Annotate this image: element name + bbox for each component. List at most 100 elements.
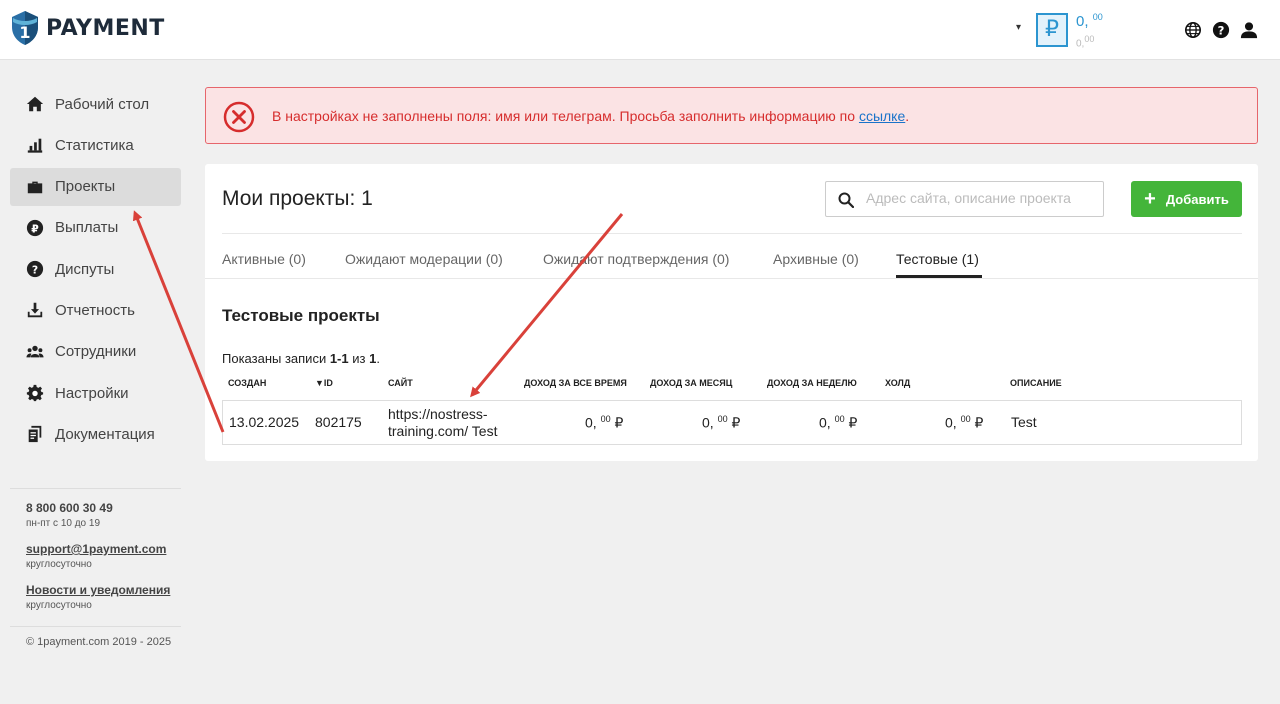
download-icon: [27, 303, 43, 318]
hold-value: 0,: [945, 414, 957, 431]
balance-main-cents: 00: [1092, 12, 1103, 22]
support-email-link[interactable]: support@1payment.com: [26, 542, 166, 556]
summary-mid: из: [348, 351, 370, 366]
sidebar-nav: Рабочий стол Статистика Проекты ₽ Выплат…: [10, 85, 181, 457]
sidebar-item-label: Рабочий стол: [55, 95, 150, 113]
column-site[interactable]: Сайт: [388, 378, 413, 388]
sidebar-item-payouts[interactable]: ₽ Выплаты: [10, 209, 181, 247]
sidebar-item-label: Статистика: [55, 136, 134, 154]
sidebar-item-dashboard[interactable]: Рабочий стол: [10, 85, 181, 123]
cell-income-week: 0, 00 ₽: [819, 414, 857, 432]
svg-text:?: ?: [1218, 24, 1225, 38]
gear-icon: [26, 384, 44, 402]
news-block: Новости и уведомления круглосуточно: [26, 583, 170, 611]
user-icon[interactable]: [1240, 21, 1258, 39]
balance-main: 0, 00: [1076, 12, 1103, 30]
sidebar-item-settings[interactable]: Настройки: [10, 374, 181, 412]
support-email-block: support@1payment.com круглосуточно: [26, 542, 166, 570]
sidebar-item-disputes[interactable]: ? Диспуты: [10, 250, 181, 288]
sidebar-divider: [10, 488, 181, 489]
income-all-currency: ₽: [614, 414, 624, 431]
sidebar-item-label: Отчетность: [55, 301, 135, 319]
tabs-divider: [205, 278, 1258, 279]
sidebar-item-employees[interactable]: Сотрудники: [10, 333, 181, 371]
sidebar-item-label: Документация: [55, 425, 155, 443]
sidebar-divider: [10, 626, 181, 627]
cell-site-line2: training.com/ Test: [388, 423, 498, 439]
column-hold[interactable]: Холд: [885, 378, 910, 388]
column-income-month[interactable]: Доход за месяц: [650, 378, 732, 388]
summary-range: 1-1: [329, 351, 349, 366]
tab-test[interactable]: Тестовые (1): [896, 251, 979, 267]
header-divider: [222, 233, 1242, 234]
income-week-currency: ₽: [848, 414, 858, 431]
balance-dropdown-toggle[interactable]: ▾: [1016, 22, 1021, 33]
project-search: [825, 181, 1104, 217]
hold-cents: 00: [960, 414, 971, 424]
cell-site-line1: https://nostress-: [388, 406, 488, 422]
income-month-value: 0,: [702, 414, 714, 431]
sidebar-item-statistics[interactable]: Статистика: [10, 126, 181, 164]
documents-icon: [28, 426, 42, 443]
sidebar-item-label: Проекты: [55, 178, 116, 196]
sidebar-item-documentation[interactable]: Документация: [10, 415, 181, 453]
brand-digit: 1: [19, 23, 30, 42]
alert-text: В настройках не заполнены поля: имя или …: [272, 108, 859, 124]
alert-settings-link[interactable]: ссылке: [859, 108, 905, 124]
globe-icon[interactable]: [1184, 21, 1202, 39]
tab-pending-moderation[interactable]: Ожидают модерации (0): [345, 251, 503, 267]
column-income-week[interactable]: Доход за неделю: [767, 378, 857, 388]
search-icon: [838, 192, 854, 208]
summary-end: .: [376, 351, 380, 366]
balance-sub-cents: 00: [1084, 34, 1095, 44]
people-icon: [26, 345, 44, 358]
sidebar-item-label: Сотрудники: [55, 343, 137, 361]
cell-description: Test: [1011, 414, 1037, 430]
support-email-hours: круглосуточно: [26, 559, 92, 570]
news-link[interactable]: Новости и уведомления: [26, 583, 170, 597]
column-description[interactable]: Описание: [1010, 378, 1062, 388]
page-title: Мои проекты: 1: [222, 187, 373, 210]
plus-icon: +: [1144, 188, 1156, 210]
search-input[interactable]: [866, 190, 1096, 206]
column-income-all[interactable]: Доход за все время: [524, 378, 627, 388]
tab-archived[interactable]: Архивные (0): [773, 251, 859, 267]
add-project-button[interactable]: + Добавить: [1131, 181, 1242, 217]
home-icon: [26, 96, 44, 112]
cell-site[interactable]: https://nostress- training.com/ Test: [388, 406, 497, 440]
income-week-cents: 00: [834, 414, 845, 424]
sidebar-item-label: Настройки: [55, 384, 129, 402]
cell-created: 13.02.2025: [229, 414, 300, 430]
income-all-value: 0,: [585, 414, 597, 431]
sidebar-item-label: Диспуты: [55, 260, 115, 278]
copyright: © 1payment.com 2019 - 2025: [26, 636, 172, 648]
shield-logo-icon: 1: [12, 11, 38, 45]
currency-ruble-icon[interactable]: ₽: [1036, 13, 1068, 47]
hold-currency: ₽: [974, 414, 984, 431]
tab-active[interactable]: Активные (0): [222, 251, 306, 267]
column-id[interactable]: ▼ID: [315, 378, 333, 388]
column-created[interactable]: Создан: [228, 378, 266, 388]
cell-id: 802175: [315, 414, 362, 430]
brand-name: PAYMENT: [46, 15, 165, 41]
sidebar-item-reports[interactable]: Отчетность: [10, 291, 181, 329]
sidebar-item-projects[interactable]: Проекты: [10, 167, 181, 206]
question-icon: ?: [26, 261, 44, 278]
balance-main-value: 0,: [1076, 13, 1089, 30]
add-project-label: Добавить: [1165, 191, 1229, 207]
table-row[interactable]: 13.02.2025 802175 https://nostress- trai…: [222, 400, 1242, 445]
tab-pending-confirmation[interactable]: Ожидают подтверждения (0): [543, 251, 729, 267]
records-summary: Показаны записи 1-1 из 1.: [222, 351, 380, 366]
stats-icon: [27, 138, 43, 153]
cell-income-month: 0, 00 ₽: [702, 414, 740, 432]
support-phone[interactable]: 8 800 600 30 49: [26, 501, 113, 515]
ruble-icon: ₽: [26, 219, 44, 236]
section-title: Тестовые проекты: [222, 306, 380, 325]
income-week-value: 0,: [819, 414, 831, 431]
income-month-cents: 00: [717, 414, 728, 424]
help-icon[interactable]: ?: [1212, 21, 1230, 39]
logo[interactable]: 1 PAYMENT: [10, 10, 165, 46]
support-phone-block: 8 800 600 30 49 пн-пт с 10 до 19: [26, 501, 113, 529]
error-circle-icon: [223, 101, 255, 133]
svg-text:₽: ₽: [31, 222, 39, 235]
